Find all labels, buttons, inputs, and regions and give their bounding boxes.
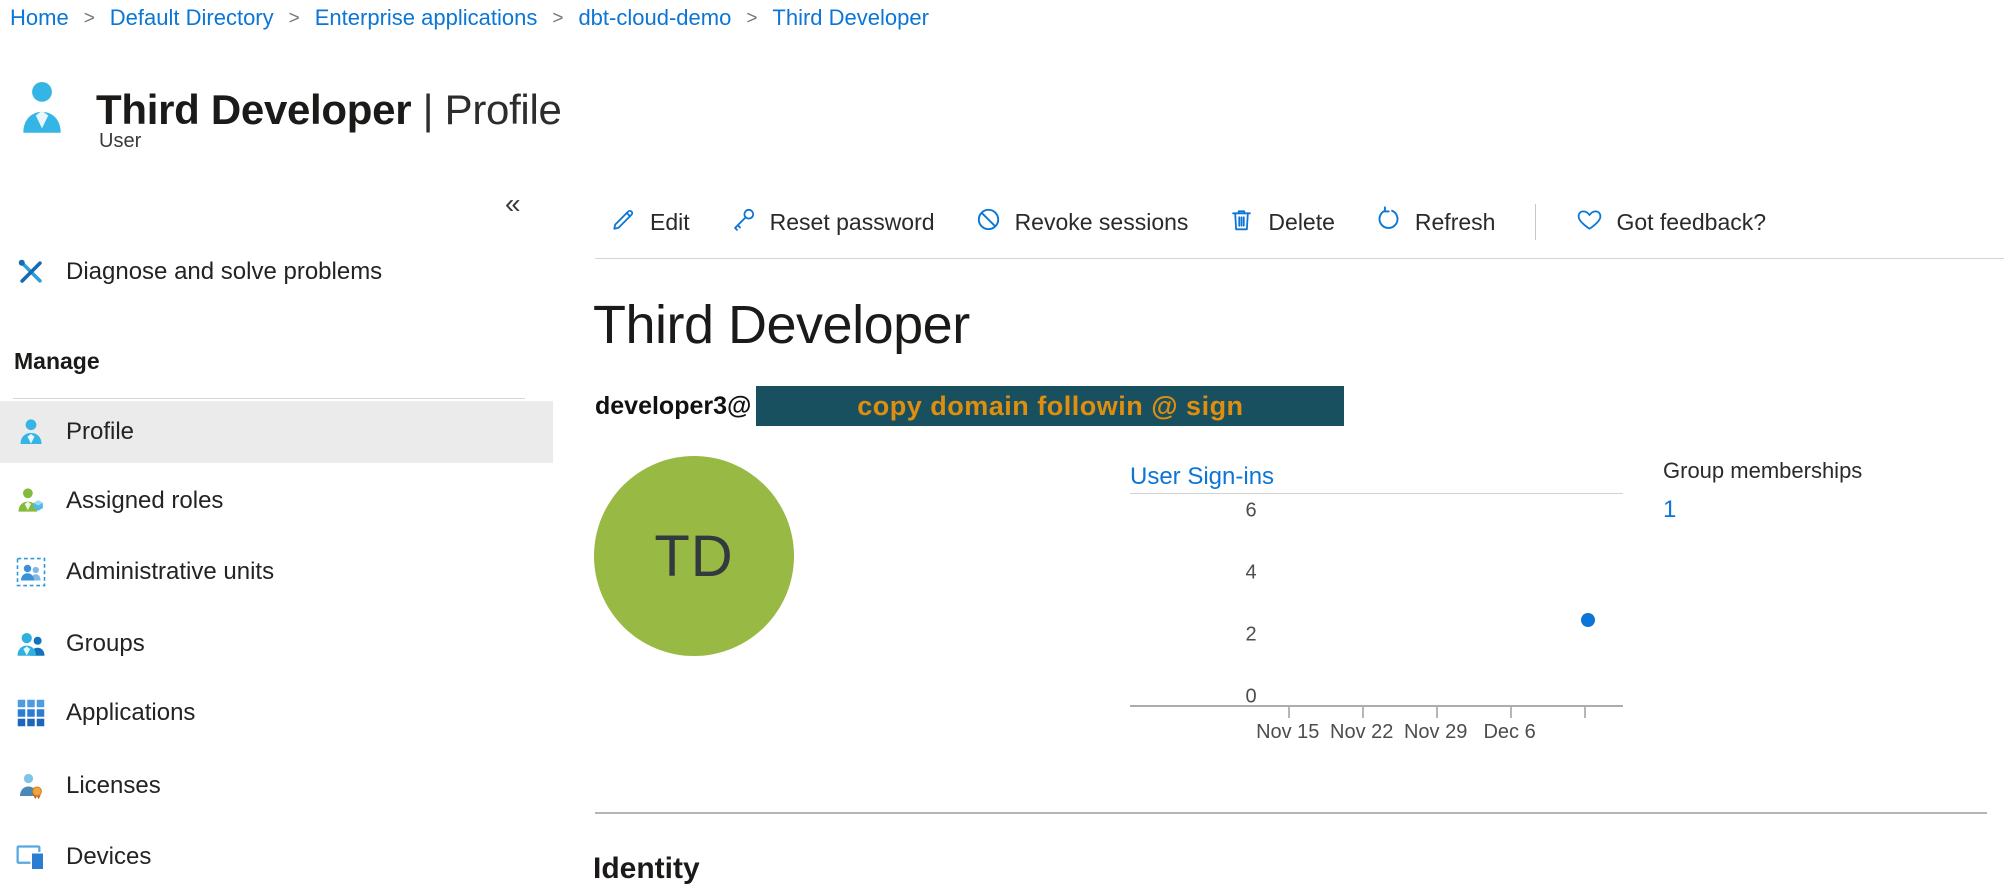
sidebar-item-applications[interactable]: Applications: [0, 686, 553, 740]
page-subtitle: User: [99, 130, 141, 153]
x-axis-label: Nov 29: [1404, 721, 1467, 744]
x-axis-label: Dec 6: [1483, 721, 1535, 744]
y-axis-label: 4: [1245, 562, 1256, 585]
page-title-separator: |: [423, 86, 445, 133]
revoke-sessions-button-label: Revoke sessions: [1015, 209, 1189, 236]
pencil-icon: [610, 206, 637, 239]
sidebar-item-licenses[interactable]: Licenses: [0, 759, 553, 813]
page-title-section: Profile: [445, 86, 562, 133]
sidebar-item-label: Applications: [66, 699, 195, 727]
avatar-initials: TD: [654, 523, 733, 590]
group-memberships-value-link[interactable]: 1: [1663, 496, 1676, 524]
breadcrumb-separator: >: [552, 7, 563, 30]
y-axis-label: 6: [1245, 500, 1256, 523]
sidebar-item-assigned-roles[interactable]: Assigned roles: [0, 474, 553, 528]
refresh-button[interactable]: Refresh: [1375, 206, 1496, 239]
devices-icon: [16, 842, 46, 872]
y-axis-label: 2: [1245, 624, 1256, 647]
revoke-sessions-button[interactable]: Revoke sessions: [975, 206, 1189, 239]
sidebar-collapse-button[interactable]: «: [505, 188, 521, 220]
x-axis-tick: [1584, 707, 1586, 718]
toolbar-separator: [1535, 204, 1536, 240]
refresh-button-label: Refresh: [1415, 209, 1496, 236]
group-memberships-label: Group memberships: [1663, 458, 1862, 484]
breadcrumb: Home > Default Directory > Enterprise ap…: [10, 5, 929, 31]
sidebar-item-label: Groups: [66, 630, 145, 658]
refresh-icon: [1375, 206, 1402, 239]
domain-redaction-box: copy domain followin @ sign: [756, 386, 1344, 426]
people-icon: [16, 629, 46, 659]
sidebar-item-devices[interactable]: Devices: [0, 830, 553, 884]
user-signins-link[interactable]: User Sign-ins: [1130, 463, 1274, 491]
trash-icon: [1228, 206, 1255, 239]
x-axis-tick: [1510, 707, 1512, 718]
got-feedback-button[interactable]: Got feedback?: [1576, 206, 1766, 239]
signins-chart: User Sign-ins 6 4 2 0Nov 15 Nov 22 Nov 29 Dec …: [1120, 455, 1680, 775]
x-axis-tick: [1288, 707, 1290, 718]
avatar: TD: [594, 456, 794, 656]
delete-button[interactable]: Delete: [1228, 206, 1334, 239]
person-cube-icon: [16, 486, 46, 516]
chart-title-divider: [1130, 493, 1623, 494]
delete-button-label: Delete: [1268, 209, 1334, 236]
chart-x-axis: [1130, 705, 1623, 707]
identity-section-heading: Identity: [593, 852, 700, 886]
license-badge-icon: [16, 771, 46, 801]
page-title-name: Third Developer: [96, 86, 411, 133]
breadcrumb-home[interactable]: Home: [10, 5, 69, 31]
x-axis-label: Nov 15: [1256, 721, 1319, 744]
sidebar-item-label: Diagnose and solve problems: [66, 258, 382, 286]
x-axis-label: Nov 22: [1330, 721, 1393, 744]
sidebar-item-label: Administrative units: [66, 558, 274, 586]
admin-units-icon: [16, 557, 46, 587]
section-divider: [595, 812, 1987, 814]
reset-password-button[interactable]: Reset password: [730, 206, 935, 239]
sidebar-item-diagnose[interactable]: Diagnose and solve problems: [0, 245, 553, 299]
group-memberships: Group memberships 1: [1663, 458, 1862, 524]
domain-redaction-note: copy domain followin @ sign: [857, 391, 1243, 422]
sidebar-item-label: Profile: [66, 418, 134, 446]
breadcrumb-enterprise-applications[interactable]: Enterprise applications: [315, 5, 538, 31]
breadcrumb-separator: >: [84, 7, 95, 30]
reset-password-button-label: Reset password: [770, 209, 935, 236]
breadcrumb-third-developer[interactable]: Third Developer: [772, 5, 929, 31]
tools-icon: [16, 257, 46, 287]
page-title: Third Developer | Profile: [96, 86, 562, 134]
sidebar-item-label: Assigned roles: [66, 487, 223, 515]
upn-prefix: developer3@: [595, 392, 751, 421]
got-feedback-button-label: Got feedback?: [1616, 209, 1766, 236]
user-principal-name: developer3@ copy domain followin @ sign: [595, 386, 1344, 426]
user-display-name: Third Developer: [593, 294, 970, 356]
data-point: [1581, 613, 1595, 627]
edit-button-label: Edit: [650, 209, 690, 236]
user-avatar-icon: [20, 78, 64, 138]
sidebar-item-groups[interactable]: Groups: [0, 617, 553, 671]
sidebar-divider: [13, 398, 525, 399]
breadcrumb-separator: >: [289, 7, 300, 30]
grid-icon: [16, 698, 46, 728]
breadcrumb-default-directory[interactable]: Default Directory: [110, 5, 274, 31]
y-axis-label: 0: [1245, 686, 1256, 709]
toolbar-divider: [595, 258, 2004, 259]
command-bar: Edit Reset password Revoke sessions Dele…: [610, 198, 1766, 246]
sidebar-item-label: Licenses: [66, 772, 161, 800]
x-axis-tick: [1436, 707, 1438, 718]
breadcrumb-separator: >: [746, 7, 757, 30]
sidebar-item-administrative-units[interactable]: Administrative units: [0, 545, 553, 599]
sidebar-section-manage: Manage: [14, 348, 100, 375]
sidebar-item-label: Devices: [66, 843, 151, 871]
key-icon: [730, 206, 757, 239]
sidebar-item-profile[interactable]: Profile: [0, 401, 553, 463]
x-axis-tick: [1362, 707, 1364, 718]
heart-icon: [1576, 206, 1603, 239]
block-icon: [975, 206, 1002, 239]
person-icon: [16, 417, 46, 447]
edit-button[interactable]: Edit: [610, 206, 690, 239]
breadcrumb-dbt-cloud-demo[interactable]: dbt-cloud-demo: [578, 5, 731, 31]
